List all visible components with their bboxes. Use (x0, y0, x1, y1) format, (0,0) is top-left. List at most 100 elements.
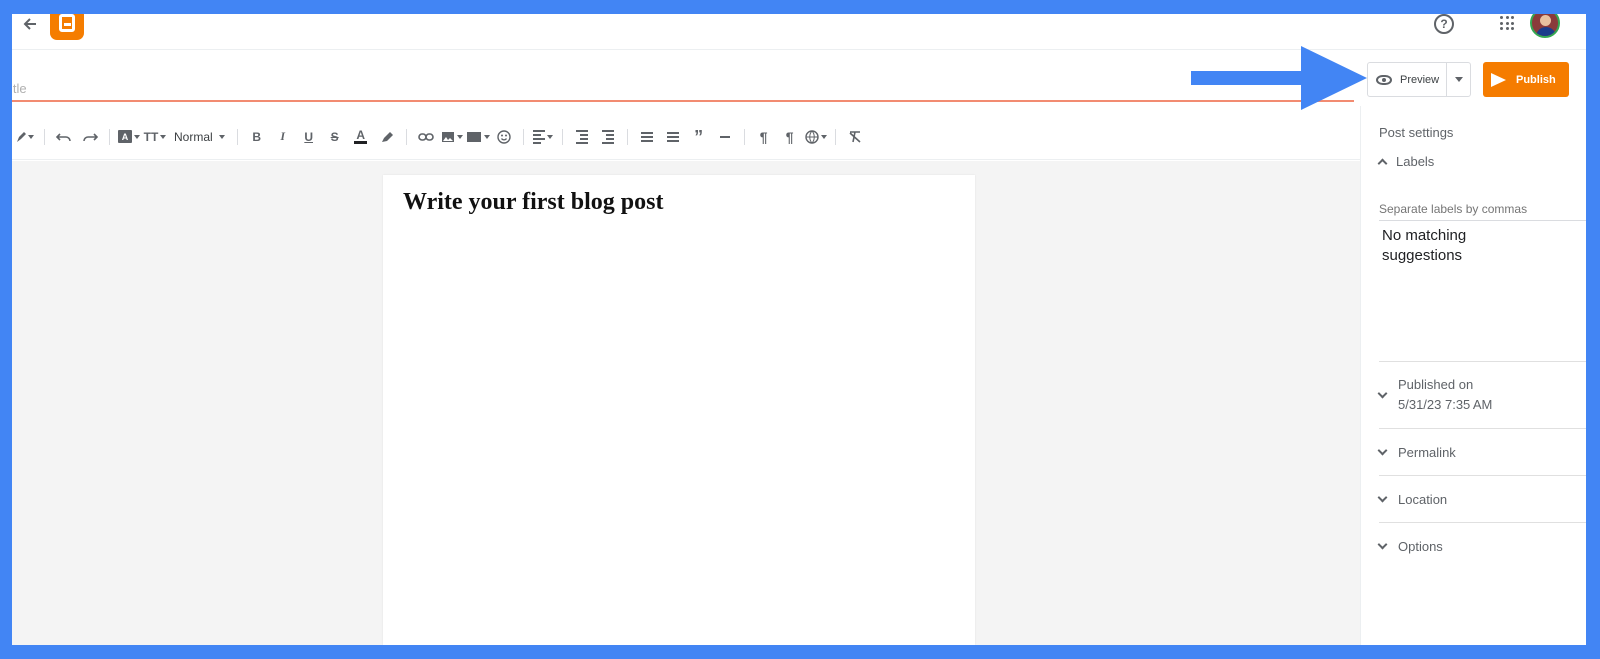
quote-icon: ” (694, 126, 704, 147)
emoji-button[interactable] (491, 125, 517, 149)
published-on-label: Published on (1398, 377, 1474, 392)
preview-label: Preview (1400, 73, 1440, 86)
horizontal-rule-button[interactable] (712, 125, 738, 149)
highlight-button[interactable] (374, 125, 400, 149)
publish-label: Publish (1516, 73, 1556, 86)
blogger-logo-icon[interactable] (50, 14, 84, 40)
ltr-button[interactable]: ¶ (751, 125, 777, 149)
rtl-icon: ¶ (785, 128, 794, 145)
blogger-post-editor: ? itle Preview Publish (12, 14, 1586, 645)
post-settings-sidebar: Post settings Labels No matching suggest… (1360, 106, 1586, 645)
toolbar-divider (561, 128, 563, 145)
toolbar-divider (834, 128, 836, 145)
numbered-list-button[interactable] (660, 125, 686, 149)
preview-button-group: Preview (1367, 62, 1471, 97)
top-bar: ? (12, 14, 1586, 50)
options-section[interactable]: Options (1377, 522, 1586, 569)
caret-down-icon (1454, 77, 1463, 82)
toolbar-divider (236, 128, 238, 145)
undo-icon[interactable] (51, 125, 77, 149)
font-size-button[interactable]: TT (142, 125, 168, 149)
editor-canvas: Write your first blog post (12, 161, 1360, 645)
permalink-label: Permalink (1398, 444, 1456, 460)
align-left-icon (532, 129, 545, 144)
bold-button[interactable]: B (244, 125, 270, 149)
location-label: Location (1398, 491, 1448, 507)
redo-icon[interactable] (77, 125, 103, 149)
link-icon (417, 132, 434, 141)
post-settings-title: Post settings (1379, 125, 1454, 140)
chevron-down-icon (1377, 388, 1388, 398)
post-body-editor[interactable]: Write your first blog post (383, 175, 975, 645)
indent-icon (575, 129, 588, 144)
text-color-icon: A (354, 128, 367, 144)
title-row: itle (12, 64, 1354, 102)
eye-icon (1376, 74, 1392, 85)
underline-button[interactable]: U (296, 125, 322, 149)
published-on-section[interactable]: Published on 5/31/23 7:35 AM (1377, 361, 1586, 428)
labels-section-toggle[interactable]: Labels (1377, 154, 1435, 169)
outdent-icon (601, 129, 614, 144)
paragraph-format-select[interactable]: Normal (168, 130, 231, 144)
location-section[interactable]: Location (1377, 475, 1586, 522)
ltr-icon: ¶ (759, 128, 768, 145)
chevron-down-icon (1377, 445, 1388, 455)
toolbar-divider (405, 128, 407, 145)
help-icon[interactable]: ? (1434, 14, 1454, 34)
toolbar-divider (743, 128, 745, 145)
permalink-section[interactable]: Permalink (1377, 428, 1586, 475)
labels-input[interactable] (1379, 202, 1586, 221)
toolbar-divider (522, 128, 524, 145)
toolbar-divider (109, 128, 110, 145)
bulleted-list-button[interactable] (634, 125, 660, 149)
highlighter-icon (381, 131, 393, 142)
underline-icon: U (304, 129, 313, 144)
font-size-icon: TT (143, 129, 159, 144)
insert-image-button[interactable] (439, 125, 465, 149)
options-label: Options (1398, 538, 1443, 554)
horizontal-rule-icon (719, 135, 730, 138)
published-date: 5/31/23 7:35 AM (1398, 397, 1493, 412)
clear-format-icon (849, 130, 861, 143)
outdent-button[interactable] (595, 125, 621, 149)
bulleted-list-icon (640, 131, 653, 142)
chevron-down-icon (1377, 492, 1388, 502)
indent-button[interactable] (569, 125, 595, 149)
bold-icon: B (252, 129, 261, 144)
strikethrough-button[interactable]: S (322, 125, 348, 149)
align-button[interactable] (530, 125, 556, 149)
toolbar-divider (44, 128, 45, 145)
quote-button[interactable]: ” (686, 125, 712, 149)
preview-dropdown-button[interactable] (1446, 63, 1470, 96)
font-family-button[interactable]: A (116, 125, 142, 149)
language-button[interactable] (803, 125, 829, 149)
italic-icon: I (280, 129, 285, 143)
link-button[interactable] (413, 125, 439, 149)
rtl-button[interactable]: ¶ (777, 125, 803, 149)
post-title-input[interactable]: itle (12, 81, 610, 96)
globe-icon (804, 129, 819, 144)
send-icon (1491, 72, 1506, 87)
chevron-down-icon (1377, 539, 1388, 549)
no-matching-suggestions: No matching suggestions (1382, 227, 1467, 264)
emoji-icon (496, 129, 511, 144)
compose-mode-button[interactable] (12, 125, 38, 149)
publish-button[interactable]: Publish (1483, 62, 1569, 97)
formatting-toolbar: A TT Normal B I U S A ” ¶ ¶ (12, 114, 1360, 160)
font-icon: A (118, 130, 132, 143)
back-arrow-icon[interactable] (18, 14, 42, 34)
post-body-heading: Write your first blog post (403, 189, 664, 215)
preview-button[interactable]: Preview (1368, 63, 1446, 96)
text-color-button[interactable]: A (348, 125, 374, 149)
insert-video-button[interactable] (465, 125, 491, 149)
pointer-arrow-icon (1191, 46, 1367, 110)
image-icon (441, 131, 454, 142)
strikethrough-icon: S (330, 129, 339, 144)
format-label: Normal (174, 129, 213, 144)
apps-grid-icon[interactable] (1500, 16, 1514, 30)
labels-label: Labels (1396, 154, 1435, 169)
clear-formatting-button[interactable] (842, 125, 868, 149)
toolbar-divider (626, 128, 628, 145)
italic-button[interactable]: I (270, 125, 296, 149)
avatar[interactable] (1530, 14, 1560, 38)
